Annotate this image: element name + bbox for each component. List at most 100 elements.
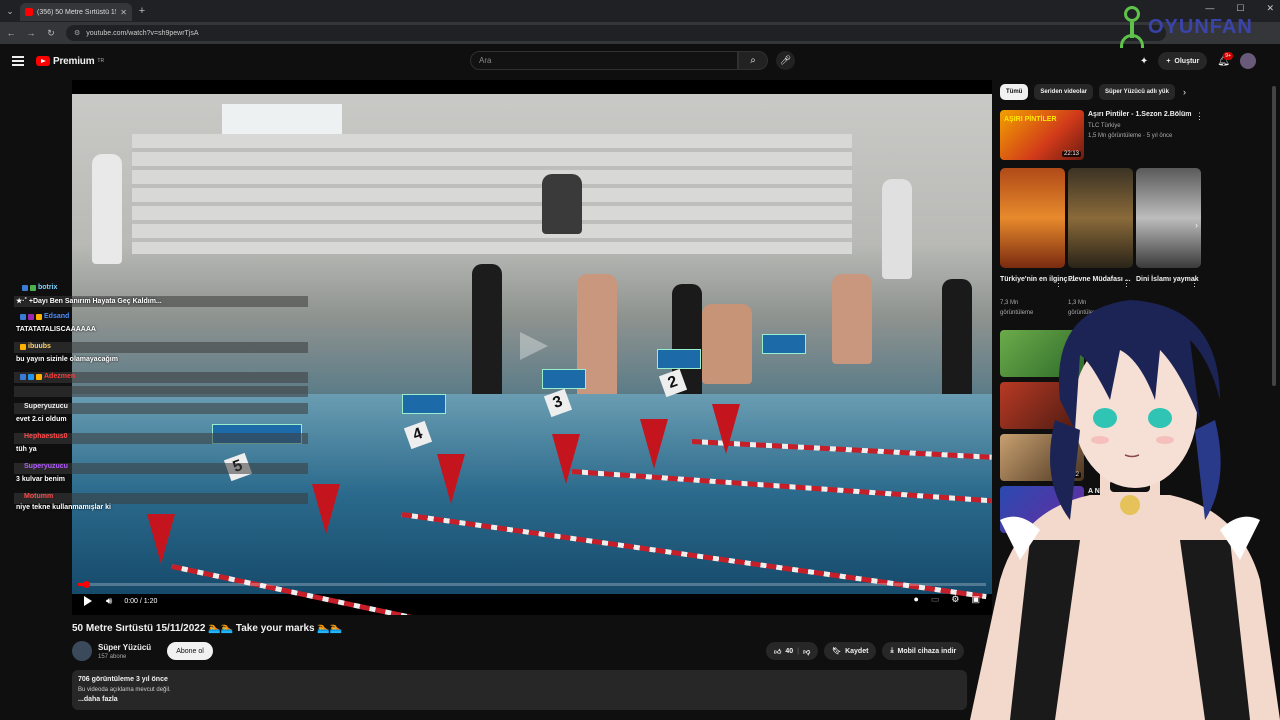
search-input[interactable]: Ara [470,51,738,70]
chip-series[interactable]: Seriden videolar [1034,84,1094,100]
recommendation-item[interactable]: AŞIRI PİNTİLER 22:13 Aşırı Pintiler - 1.… [1000,110,1204,160]
chat-user: Superyuzucu [24,403,68,410]
video-swimmer [702,304,752,384]
tab-title: (356) 50 Metre Sırtüstü 15/11/... [37,8,116,16]
rec-meta: 1,5 Mn görüntüleme · 5 yıl önce [1088,133,1173,139]
browser-tabbar: ⌄ (356) 50 Metre Sırtüstü 15/11/... ✕ + … [0,0,1280,22]
channel-name[interactable]: Süper Yüzücü [98,643,151,652]
chat-user: Hephaestus0 [24,433,68,440]
voice-search-button[interactable]: 🎤︎ [776,51,795,70]
video-actions: 👍︎ 40 | 👎︎ 🔖︎ Kaydet ⤓ Mobil cihaza indir [766,642,965,660]
settings-icon[interactable]: ⚙ [951,594,959,605]
backstroke-flag [712,404,740,454]
chat-user: Adezmen [20,373,75,380]
chat-message: niye tekne kullanmamışlar ki [16,504,111,511]
chat-message: ★·˚ +Dayı Ben Sanırım Hayata Geç Kaldım.… [16,298,162,305]
description-box[interactable]: 706 görüntüleme 3 yıl önce Bu videoda aç… [72,670,967,710]
site-info-icon[interactable]: ⚙ [74,29,80,37]
chip-channel[interactable]: Süper Yüzücü adlı yük [1099,84,1175,100]
channel-avatar[interactable] [72,641,92,661]
stream-chat-overlay: botrix ★·˚ +Dayı Ben Sanırım Hayata Geç … [14,282,308,512]
chevron-right-icon[interactable]: › [1195,220,1198,230]
chat-user: Edsand [20,313,69,320]
subtitles-icon[interactable]: ▭ [931,594,940,605]
watermark-text: OYUNFAN [1148,15,1253,38]
filter-chips: Tümü Seriden videolar Süper Yüzücü adlı … [1000,84,1186,100]
subscribe-button[interactable]: Abone ol [167,642,213,660]
progress-bar[interactable] [78,581,986,588]
chat-message: TATATATALISCAAAAAA [16,326,96,333]
tab-list-icon[interactable]: ⌄ [0,0,20,22]
scrubber-handle[interactable] [82,581,90,588]
create-button[interactable]: + Oluştur [1158,52,1208,70]
download-icon: ⤓ [890,647,894,654]
show-more-link[interactable]: ...daha fazla [78,695,961,705]
badge-icon [30,284,36,291]
starting-block [762,334,806,354]
dislike-icon[interactable]: 👎︎ [803,647,810,656]
logo-text: Premium [53,55,95,67]
plus-icon: + [1166,57,1171,65]
autoplay-toggle-icon[interactable]: ● [913,594,918,605]
starting-block [542,369,586,389]
backstroke-flag [147,514,175,564]
save-label: Kaydet [845,647,869,655]
chat-bg [14,386,308,397]
back-icon[interactable]: ← [6,28,16,38]
chat-user: botrix [22,284,57,291]
volume-icon[interactable]: 🔊︎ [106,596,112,607]
chat-user: Superyuzucu [24,463,68,470]
starting-block [402,394,446,414]
notification-badge: 9+ [1223,51,1233,60]
youtube-header: Premium TR Ara ⌕ 🎤︎ ✦ + Oluştur 🔔︎ 9+ [0,44,1280,78]
time-display: 0:00 / 1:20 [124,597,158,605]
youtube-favicon-icon [25,8,33,16]
rec-duration: 22:13 [1061,151,1081,157]
logo-country: TR [97,58,105,64]
like-dislike-button[interactable]: 👍︎ 40 | 👎︎ [766,642,819,660]
search-icon: ⌕ [750,55,756,66]
starting-block [657,349,701,369]
youtube-logo[interactable]: Premium TR [36,56,104,67]
search-button[interactable]: ⌕ [738,51,768,70]
forward-icon[interactable]: → [26,28,36,38]
like-count: 40 [785,647,794,655]
url-text: youtube.com/watch?v=sh9pewrTjsA [86,29,199,37]
create-label: Oluştur [1174,57,1200,65]
cast-icon[interactable]: ✦ [1140,56,1148,67]
rec-channel[interactable]: TLC Türkiye [1088,123,1121,129]
badge-icon [22,284,28,291]
vtuber-avatar [970,300,1280,720]
menu-icon[interactable] [12,56,24,66]
rec-thumbnail[interactable]: AŞIRI PİNTİLER 22:13 [1000,110,1084,160]
description-text: Bu videoda açıklama mevcut değil. [78,687,171,693]
video-stands [132,134,852,254]
browser-tab[interactable]: (356) 50 Metre Sırtüstü 15/11/... ✕ [20,3,132,21]
reload-icon[interactable]: ↻ [46,28,56,39]
play-icon[interactable] [84,596,92,606]
notifications-button[interactable]: 🔔︎ 9+ [1217,51,1233,67]
account-avatar[interactable] [1240,53,1256,69]
badge-icon [20,373,26,380]
short-thumbnail[interactable] [1068,168,1133,268]
chevron-right-icon[interactable]: › [1183,84,1186,100]
more-options-icon[interactable]: ⋮ [1195,111,1204,122]
close-tab-icon[interactable]: ✕ [120,8,127,17]
save-button[interactable]: 🔖︎ Kaydet [824,642,877,660]
like-icon[interactable]: 👍︎ [774,647,781,656]
rec-title[interactable]: Aşırı Pintiler - 1.Sezon 2.Bölüm [1088,111,1191,118]
views-date: 706 görüntüleme 3 yıl önce [78,676,168,683]
mic-icon: 🎤︎ [779,55,792,65]
url-field[interactable]: ⚙ youtube.com/watch?v=sh9pewrTjsA [66,25,1166,41]
player-controls: 🔊︎ 0:00 / 1:20 ● ▭ ⚙ ▣ [72,589,992,613]
progress-fill [78,583,83,586]
video-person [92,154,122,264]
short-thumbnail[interactable] [1136,168,1201,268]
new-tab-button[interactable]: + [132,5,152,17]
chat-user: Motumm [24,493,54,500]
download-button[interactable]: ⤓ Mobil cihaza indir [882,642,965,660]
short-thumbnail[interactable] [1000,168,1065,268]
chat-message: bu yayın sizinle olamayacağım [16,356,118,363]
backstroke-flag [437,454,465,504]
chip-all[interactable]: Tümü [1000,84,1029,100]
